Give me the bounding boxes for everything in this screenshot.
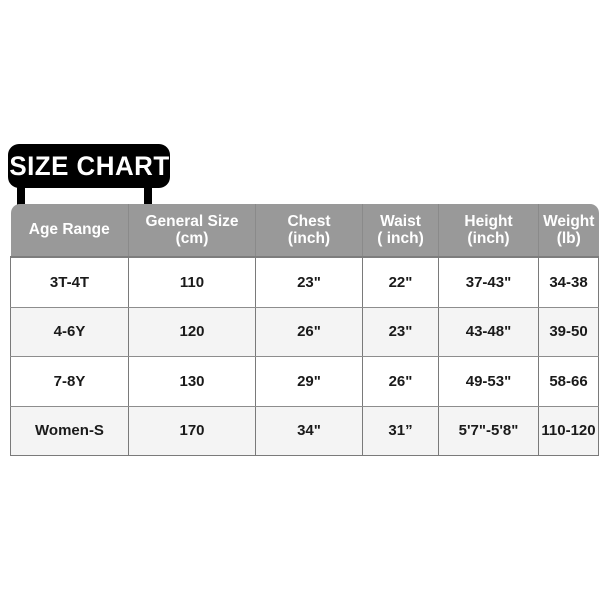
cell-chest: 23": [255, 257, 363, 308]
column-header-line1: Age Range: [28, 221, 110, 239]
header-row: Age Range General Size (cm) Chest (inch)…: [10, 204, 599, 258]
cell-waist: 22": [362, 257, 439, 308]
column-header-line2: (cm): [175, 230, 209, 247]
cell-waist: 26": [362, 356, 439, 407]
size-chart-banner: SIZE CHART: [8, 144, 180, 206]
size-chart-page: SIZE CHART Age Range General Size (cm) C…: [0, 0, 600, 600]
column-header-line2: (inch): [287, 230, 331, 247]
cell-weight: 58-66: [538, 356, 599, 407]
banner-plate: SIZE CHART: [8, 144, 170, 188]
cell-waist: 31”: [362, 406, 439, 456]
column-header-waist: Waist ( inch): [362, 204, 439, 258]
column-header-age-range: Age Range: [10, 204, 129, 258]
size-chart-table-container: Age Range General Size (cm) Chest (inch)…: [10, 204, 599, 456]
column-header-line1: General Size: [145, 212, 239, 230]
table-body: 3T-4T 110 23" 22" 37-43" 34-38 4-6Y 120 …: [10, 257, 599, 456]
cell-weight: 34-38: [538, 257, 599, 308]
cell-chest: 29": [255, 356, 363, 407]
column-header-chest: Chest (inch): [255, 204, 363, 258]
cell-height: 37-43": [438, 257, 539, 308]
cell-chest: 34": [255, 406, 363, 456]
cell-height: 5'7"-5'8": [438, 406, 539, 456]
cell-weight: 39-50: [538, 307, 599, 357]
table-row: 7-8Y 130 29" 26" 49-53" 58-66: [10, 356, 599, 407]
cell-general-size: 170: [128, 406, 256, 456]
table-row: Women-S 170 34" 31” 5'7"-5'8" 110-120: [10, 406, 599, 456]
cell-general-size: 120: [128, 307, 256, 357]
column-header-general-size: General Size (cm): [128, 204, 256, 258]
table-header: Age Range General Size (cm) Chest (inch)…: [10, 204, 599, 258]
cell-waist: 23": [362, 307, 439, 357]
cell-chest: 26": [255, 307, 363, 357]
table-row: 4-6Y 120 26" 23" 43-48" 39-50: [10, 307, 599, 357]
cell-age-range: Women-S: [10, 406, 129, 456]
column-header-weight: Weight (lb): [538, 204, 599, 258]
column-header-line1: Waist: [380, 212, 421, 230]
cell-age-range: 3T-4T: [10, 257, 129, 308]
cell-weight: 110-120: [538, 406, 599, 456]
column-header-line1: Chest: [287, 212, 331, 230]
cell-age-range: 4-6Y: [10, 307, 129, 357]
table-row: 3T-4T 110 23" 22" 37-43" 34-38: [10, 257, 599, 308]
banner-title: SIZE CHART: [8, 150, 170, 181]
column-header-line2: (inch): [467, 230, 510, 247]
cell-height: 49-53": [438, 356, 539, 407]
column-header-line1: Height: [464, 212, 513, 230]
cell-general-size: 110: [128, 257, 256, 308]
size-chart-table: Age Range General Size (cm) Chest (inch)…: [10, 204, 599, 456]
column-header-line2: ( inch): [377, 230, 424, 247]
cell-height: 43-48": [438, 307, 539, 357]
cell-age-range: 7-8Y: [10, 356, 129, 407]
column-header-height: Height (inch): [438, 204, 539, 258]
column-header-line2: (lb): [556, 230, 581, 247]
column-header-line1: Weight: [543, 212, 595, 230]
cell-general-size: 130: [128, 356, 256, 407]
